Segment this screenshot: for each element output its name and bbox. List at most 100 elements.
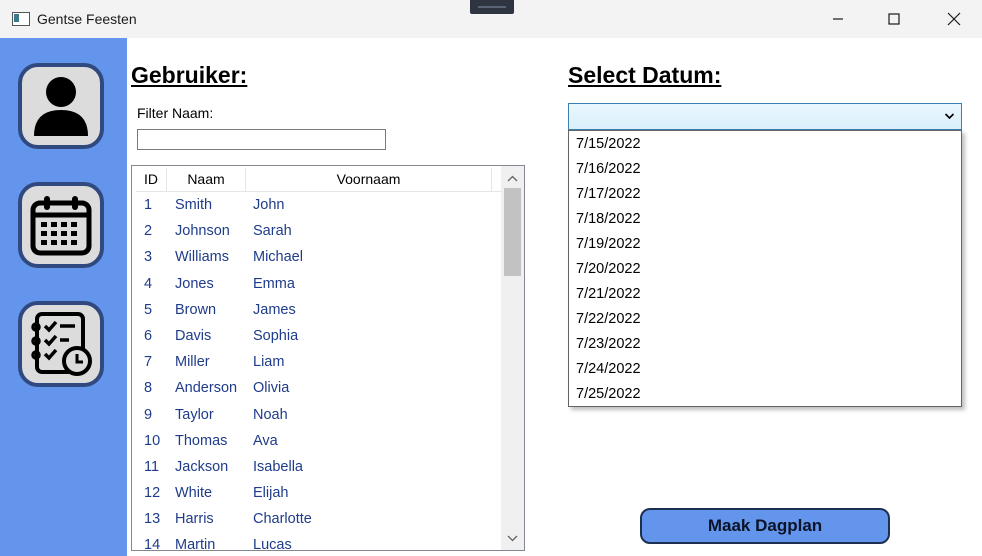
- cell-id: 1: [144, 197, 153, 213]
- cell-naam: White: [175, 485, 213, 502]
- date-heading: Select Datum:: [568, 62, 722, 88]
- title-bar: Gentse Feesten: [0, 0, 982, 38]
- cell-id: 14: [144, 537, 161, 551]
- checklist-clock-icon: [31, 312, 92, 376]
- sidebar-item-users[interactable]: [18, 63, 104, 149]
- sidebar: [0, 38, 127, 556]
- column-header-id[interactable]: ID: [136, 168, 167, 191]
- table-row[interactable]: 6 Davis Sophia: [136, 323, 508, 349]
- dropdown-item[interactable]: 7/23/2022: [569, 331, 961, 356]
- table-row[interactable]: 9 Taylor Noah: [136, 402, 508, 428]
- dropdown-item[interactable]: 7/18/2022: [569, 206, 961, 231]
- table-row[interactable]: 3 Williams Michael: [136, 244, 508, 270]
- cell-voornaam: Olivia: [253, 380, 290, 397]
- maximize-icon: [888, 13, 900, 25]
- date-combobox[interactable]: [568, 103, 962, 130]
- filter-naam-input[interactable]: [137, 129, 386, 150]
- cell-voornaam: Ava: [253, 432, 278, 449]
- user-icon: [34, 77, 88, 136]
- table-row[interactable]: 14 Martin Lucas: [136, 532, 508, 551]
- maximize-button[interactable]: [866, 0, 922, 38]
- cell-id: 11: [144, 458, 160, 475]
- cell-naam: Williams: [175, 249, 229, 266]
- cell-voornaam: Elijah: [253, 485, 289, 502]
- column-header-naam[interactable]: Naam: [167, 168, 246, 191]
- cell-naam: Davis: [175, 327, 212, 344]
- cell-id: 8: [144, 380, 153, 397]
- cell-voornaam: James: [253, 301, 296, 318]
- table-row[interactable]: 10 Thomas Ava: [136, 428, 508, 454]
- user-list[interactable]: ID Naam Voornaam 1 Smith John 2 Johnson Sarah…: [131, 165, 525, 551]
- dropdown-item[interactable]: 7/20/2022: [569, 256, 961, 281]
- cell-id: 4: [144, 275, 153, 292]
- cell-id: 7: [144, 354, 153, 371]
- table-row[interactable]: 4 Jones Emma: [136, 271, 508, 297]
- cell-naam: Thomas: [175, 432, 228, 449]
- cell-naam: Taylor: [175, 406, 214, 423]
- cell-voornaam: Michael: [253, 249, 303, 266]
- scrollbar-thumb[interactable]: [504, 188, 521, 276]
- table-row[interactable]: 7 Miller Liam: [136, 349, 508, 375]
- close-icon: [947, 12, 961, 26]
- calendar-icon: [30, 196, 92, 256]
- user-heading: Gebruiker:: [131, 62, 248, 88]
- table-row[interactable]: 8 Anderson Olivia: [136, 375, 508, 401]
- minimize-icon: [833, 18, 843, 20]
- cell-naam: Anderson: [175, 380, 238, 397]
- cell-id: 9: [144, 406, 153, 423]
- table-row[interactable]: 5 Brown James: [136, 297, 508, 323]
- dropdown-item[interactable]: 7/22/2022: [569, 306, 961, 331]
- chevron-down-icon: [944, 113, 955, 120]
- dropdown-item[interactable]: 7/15/2022: [569, 131, 961, 156]
- cell-voornaam: John: [253, 197, 285, 213]
- cell-naam: Martin: [175, 537, 216, 551]
- table-row[interactable]: 13 Harris Charlotte: [136, 506, 508, 532]
- cell-naam: Brown: [175, 301, 217, 318]
- cell-naam: Jones: [175, 275, 214, 292]
- table-row[interactable]: 12 White Elijah: [136, 480, 508, 506]
- list-header: ID Naam Voornaam: [136, 168, 508, 192]
- cell-naam: Miller: [175, 354, 210, 371]
- table-row[interactable]: 11 Jackson Isabella: [136, 454, 508, 480]
- cell-id: 5: [144, 301, 153, 318]
- cell-voornaam: Sophia: [253, 327, 299, 344]
- list-rows: 1 Smith John 2 Johnson Sarah 3 Williams Michael 4…: [136, 192, 508, 551]
- dropdown-item[interactable]: 7/16/2022: [569, 156, 961, 181]
- column-header-voornaam[interactable]: Voornaam: [246, 168, 492, 191]
- minimize-button[interactable]: [810, 0, 866, 38]
- cell-id: 10: [144, 432, 161, 449]
- app-icon: [12, 12, 30, 26]
- table-row[interactable]: 1 Smith John: [136, 192, 508, 218]
- cell-id: 13: [144, 511, 161, 528]
- dropdown-item[interactable]: 7/17/2022: [569, 181, 961, 206]
- cell-id: 2: [144, 223, 153, 240]
- sidebar-item-calendar[interactable]: [18, 182, 104, 268]
- cell-naam: Jackson: [175, 458, 229, 475]
- vertical-scrollbar[interactable]: [501, 166, 524, 550]
- window-title: Gentse Feesten: [37, 11, 137, 27]
- scroll-down-button[interactable]: [501, 528, 524, 548]
- cell-voornaam: Noah: [253, 406, 288, 423]
- dropdown-item[interactable]: 7/19/2022: [569, 231, 961, 256]
- dropdown-item[interactable]: 7/24/2022: [569, 356, 961, 381]
- date-dropdown-list[interactable]: 7/15/2022 7/16/2022 7/17/2022 7/18/2022 7/19…: [568, 130, 962, 407]
- cell-naam: Smith: [175, 197, 213, 213]
- cell-id: 3: [144, 249, 153, 266]
- table-row[interactable]: 2 Johnson Sarah: [136, 218, 508, 244]
- chevron-up-icon: [507, 175, 518, 181]
- chevron-down-icon: [507, 535, 518, 541]
- dropdown-item[interactable]: 7/25/2022: [569, 381, 961, 406]
- maak-dagplan-button[interactable]: Maak Dagplan: [640, 508, 890, 544]
- dropdown-item[interactable]: 7/21/2022: [569, 281, 961, 306]
- cell-voornaam: Liam: [253, 354, 285, 371]
- cell-id: 12: [144, 485, 161, 502]
- close-button[interactable]: [926, 0, 982, 38]
- cell-voornaam: Isabella: [253, 458, 303, 475]
- scroll-up-button[interactable]: [501, 168, 524, 188]
- cell-voornaam: Lucas: [253, 537, 292, 551]
- sidebar-item-dagplan[interactable]: [18, 301, 104, 387]
- cell-id: 6: [144, 327, 153, 344]
- cell-voornaam: Sarah: [253, 223, 292, 240]
- snap-layout-handle[interactable]: [470, 0, 514, 14]
- filter-label: Filter Naam:: [137, 105, 214, 121]
